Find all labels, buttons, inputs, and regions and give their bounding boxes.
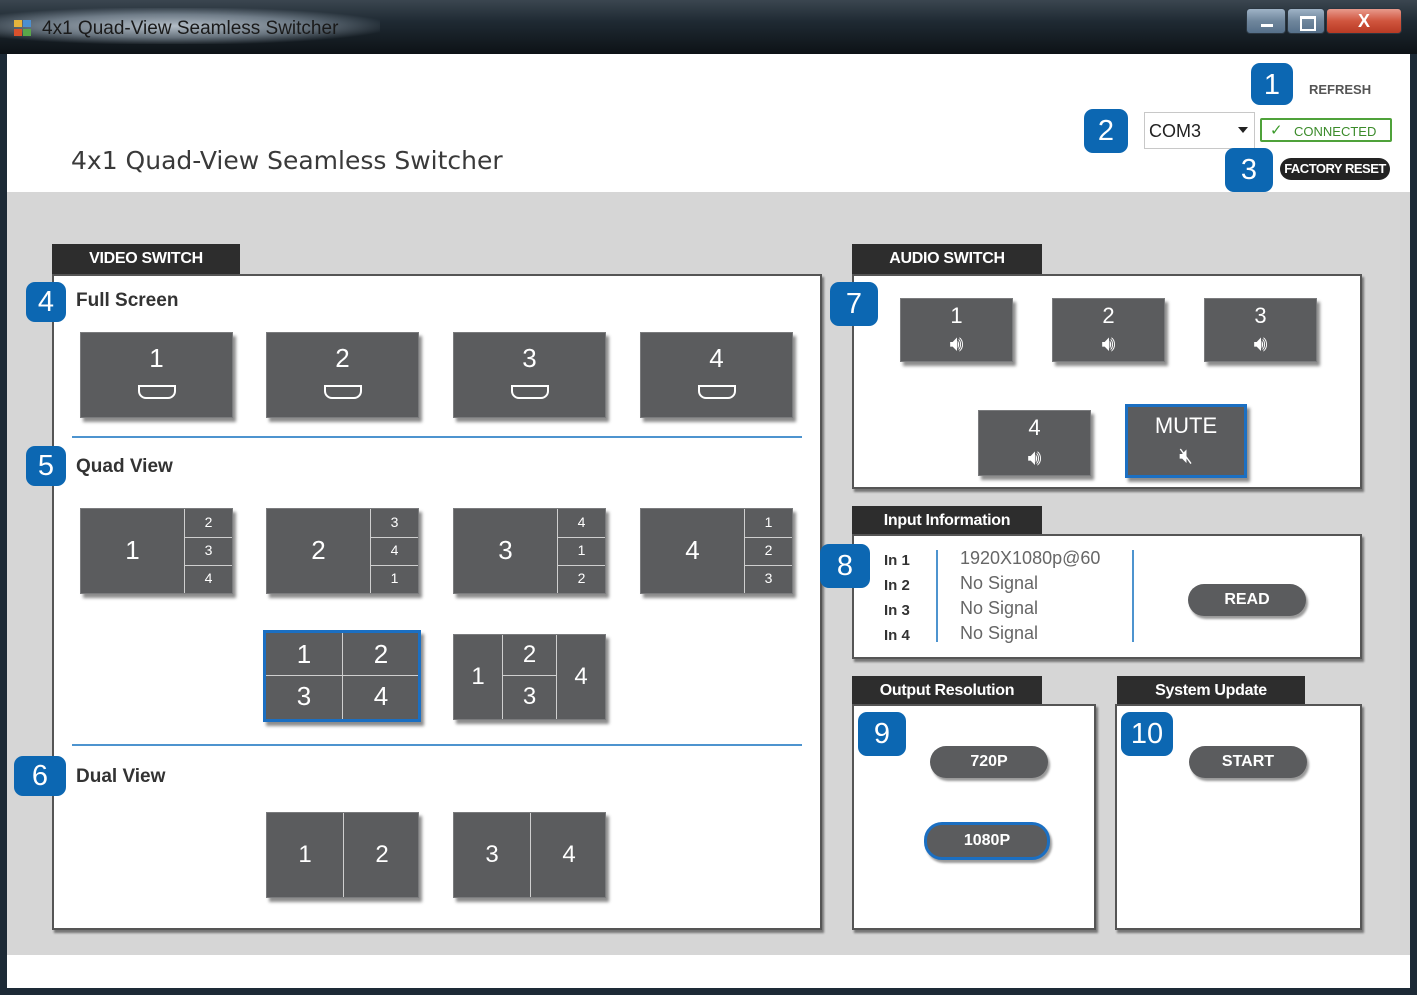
- callout-badge-4: 4: [26, 282, 66, 322]
- hdmi-icon: [697, 385, 736, 399]
- full-screen-input-1-button[interactable]: 1: [80, 332, 233, 418]
- hdmi-icon: [510, 385, 549, 399]
- audio-input-4-button[interactable]: 4 🔊︎: [978, 410, 1091, 476]
- audio-input-1-button[interactable]: 1 🔊︎: [900, 298, 1013, 362]
- info-separator: [1132, 550, 1134, 642]
- full-screen-input-2-button[interactable]: 2: [266, 332, 419, 418]
- hdmi-icon: [137, 385, 176, 399]
- audio-mute-button[interactable]: MUTE 🔇︎: [1125, 404, 1247, 478]
- quad-view-label: Quad View: [76, 456, 173, 477]
- quad-view-main-1-button[interactable]: 1 2 3 4: [80, 508, 233, 594]
- output-resolution-panel: 9 720P 1080P: [852, 704, 1096, 930]
- callout-badge-9: 9: [858, 712, 906, 756]
- video-switch-panel: 4 Full Screen 1 2 3 4 5 Quad View 1 2 3 …: [14, 274, 822, 930]
- dual-view-label: Dual View: [76, 766, 166, 787]
- app-icon: [14, 20, 34, 38]
- callout-badge-1: 1: [1251, 63, 1293, 105]
- quad-view-main-3-button[interactable]: 3 4 1 2: [453, 508, 606, 594]
- callout-badge-10: 10: [1121, 712, 1173, 756]
- close-button[interactable]: X: [1326, 8, 1402, 34]
- chevron-down-icon: [1238, 127, 1248, 133]
- resolution-720p-button[interactable]: 720P: [930, 746, 1048, 778]
- video-switch-tab: VIDEO SWITCH: [52, 244, 240, 274]
- input-1-value: 1920X1080p@60: [960, 548, 1101, 568]
- input-4-label: In 4: [884, 627, 910, 644]
- connection-status-label: CONNECTED: [1294, 124, 1377, 139]
- dual-view-1-2-button[interactable]: 1 2: [266, 812, 419, 898]
- audio-switch-tab: AUDIO SWITCH: [852, 244, 1042, 274]
- full-screen-input-4-button[interactable]: 4: [640, 332, 793, 418]
- speaker-icon: 🔊︎: [1027, 445, 1042, 470]
- speaker-icon: 🔊︎: [1253, 331, 1268, 356]
- callout-badge-5: 5: [26, 446, 66, 486]
- input-3-value: No Signal: [960, 598, 1039, 618]
- dual-view-3-4-button[interactable]: 3 4: [453, 812, 606, 898]
- header: 4x1 Quad-View Seamless Switcher 1 REFRES…: [7, 54, 1410, 192]
- full-screen-label: Full Screen: [76, 290, 179, 311]
- quad-view-main-2-button[interactable]: 2 3 4 1: [266, 508, 419, 594]
- connection-status-badge: ✓ CONNECTED: [1260, 118, 1392, 142]
- window-title: 4x1 Quad-View Seamless Switcher: [42, 18, 339, 39]
- page-title: 4x1 Quad-View Seamless Switcher: [71, 146, 503, 175]
- input-3-label: In 3: [884, 602, 910, 619]
- input-2-value: No Signal: [960, 573, 1039, 593]
- callout-badge-6: 6: [14, 756, 66, 796]
- callout-badge-7: 7: [830, 282, 878, 326]
- input-information-tab: Input Information: [852, 506, 1042, 536]
- hdmi-icon: [323, 385, 362, 399]
- section-divider: [72, 436, 802, 438]
- refresh-button[interactable]: REFRESH: [1309, 82, 1371, 97]
- close-icon: X: [1357, 11, 1370, 31]
- output-resolution-tab: Output Resolution: [852, 676, 1042, 706]
- audio-switch-panel: 7 1 🔊︎ 2 🔊︎ 3 🔊︎ 4 🔊︎ MUTE 🔇︎: [830, 274, 1362, 489]
- application-window: 4x1 Quad-View Seamless Switcher X 4x1 Qu…: [0, 0, 1417, 995]
- callout-badge-3: 3: [1225, 148, 1273, 192]
- system-update-panel: 10 START: [1115, 704, 1362, 930]
- quad-view-grid-button[interactable]: 1 2 3 4: [263, 630, 421, 722]
- mute-icon: 🔇︎: [1179, 443, 1193, 468]
- status-bar: [7, 955, 1410, 988]
- start-update-button[interactable]: START: [1189, 746, 1307, 778]
- client-area: 4x1 Quad-View Seamless Switcher 1 REFRES…: [7, 54, 1410, 988]
- factory-reset-button[interactable]: FACTORY RESET: [1280, 158, 1390, 180]
- callout-badge-8: 8: [820, 544, 870, 588]
- audio-input-2-button[interactable]: 2 🔊︎: [1052, 298, 1165, 362]
- main-content: VIDEO SWITCH 4 Full Screen 1 2 3 4 5 Qua…: [7, 192, 1410, 955]
- title-bar[interactable]: 4x1 Quad-View Seamless Switcher X: [0, 0, 1417, 54]
- com-port-select[interactable]: COM3: [1144, 112, 1255, 149]
- input-1-label: In 1: [884, 552, 910, 569]
- input-2-label: In 2: [884, 577, 910, 594]
- speaker-icon: 🔊︎: [949, 331, 964, 356]
- speaker-icon: 🔊︎: [1101, 331, 1116, 356]
- read-button[interactable]: READ: [1188, 584, 1306, 616]
- input-4-value: No Signal: [960, 623, 1039, 643]
- resolution-1080p-button[interactable]: 1080P: [924, 822, 1050, 860]
- info-separator: [936, 550, 938, 642]
- com-port-value: COM3: [1149, 121, 1202, 141]
- system-update-tab: System Update: [1117, 676, 1305, 706]
- audio-input-3-button[interactable]: 3 🔊︎: [1204, 298, 1317, 362]
- check-icon: ✓: [1270, 122, 1283, 139]
- quad-view-pip-button[interactable]: 1 2 3 4: [453, 634, 606, 720]
- maximize-button[interactable]: [1287, 8, 1325, 34]
- callout-badge-2: 2: [1084, 109, 1128, 153]
- full-screen-input-3-button[interactable]: 3: [453, 332, 606, 418]
- section-divider: [72, 744, 802, 746]
- quad-view-main-4-button[interactable]: 4 1 2 3: [640, 508, 793, 594]
- minimize-button[interactable]: [1246, 8, 1286, 34]
- input-information-panel: 8 In 1 In 2 In 3 In 4 1920X1080p@60 No S…: [820, 534, 1362, 659]
